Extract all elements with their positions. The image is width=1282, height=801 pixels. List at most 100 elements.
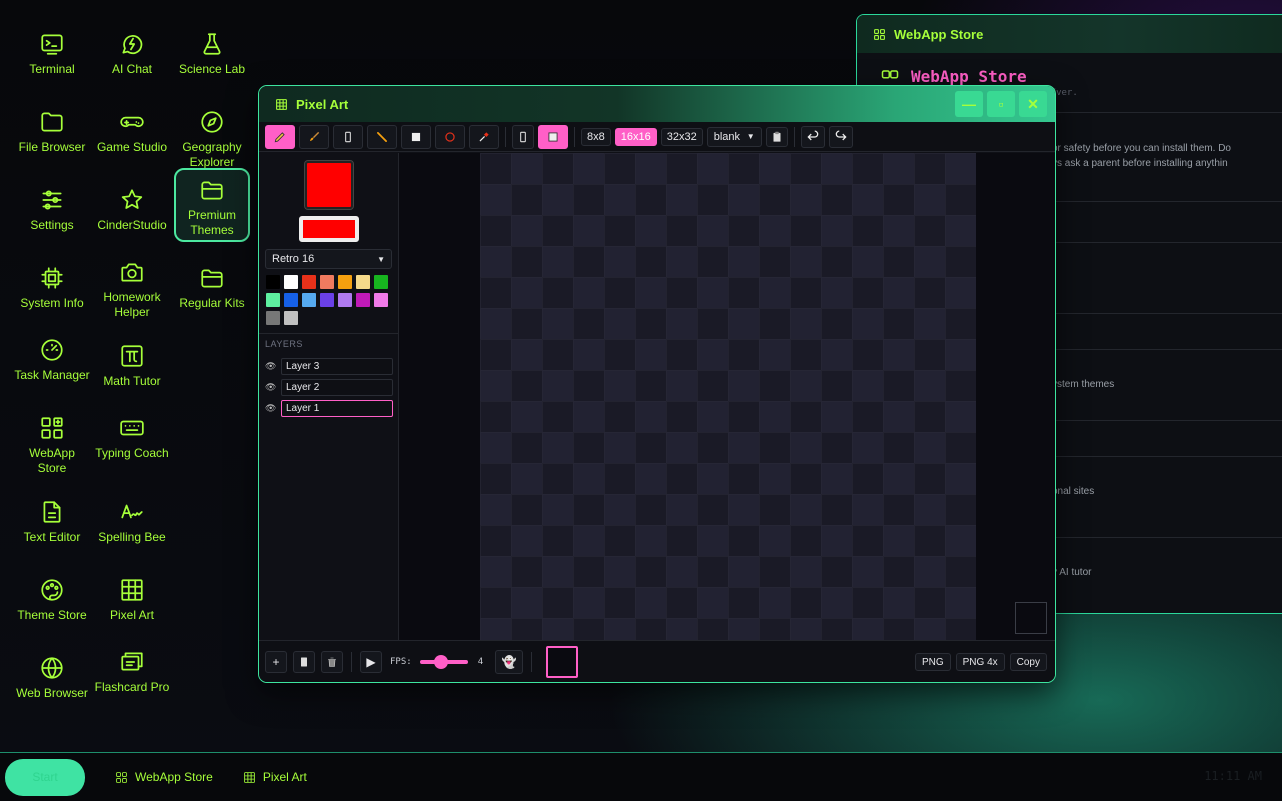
ghost-icon: 👻 xyxy=(501,654,517,669)
store-heading: WebApp Store xyxy=(879,67,1273,86)
eyedropper-tool-button[interactable] xyxy=(469,124,499,149)
desktop-icon-premium-themes[interactable]: Premium Themes xyxy=(174,168,250,242)
fps-slider[interactable] xyxy=(419,654,468,669)
secondary-color-swatch[interactable] xyxy=(299,216,359,242)
palette-swatch[interactable] xyxy=(320,293,334,307)
desktop-icon-theme-store[interactable]: Theme Store xyxy=(14,570,90,644)
desktop-icon-cinderstudio[interactable]: CinderStudio xyxy=(94,180,170,254)
desktop-icons: Terminal AI Chat Science Lab File Browse… xyxy=(10,20,260,720)
size-16x16-button[interactable]: 16x16 xyxy=(614,127,657,146)
palette-select[interactable]: Retro 16 ▼ xyxy=(265,249,392,269)
palette-swatch[interactable] xyxy=(266,293,280,307)
desktop-icon-ai-chat[interactable]: AI Chat xyxy=(94,24,170,98)
desktop-icon-terminal[interactable]: Terminal xyxy=(14,24,90,98)
desktop-icon-math-tutor[interactable]: Math Tutor xyxy=(94,336,170,410)
slider-thumb[interactable] xyxy=(433,654,448,669)
palette-swatch[interactable] xyxy=(356,293,370,307)
desktop-icon-task-manager[interactable]: Task Manager xyxy=(14,330,90,404)
palette-swatch[interactable] xyxy=(338,293,352,307)
pixel-art-window-title: Pixel Art xyxy=(296,96,349,112)
palette-swatch[interactable] xyxy=(284,311,298,325)
clipboard-icon xyxy=(773,131,781,142)
desktop-icon-flashcard-pro[interactable]: Flashcard Pro xyxy=(94,642,170,716)
desktop-icon-label: WebApp Store xyxy=(29,446,75,475)
palette-swatch[interactable] xyxy=(338,275,352,289)
palette-swatch[interactable] xyxy=(374,293,388,307)
frame-thumbnail[interactable] xyxy=(546,645,579,678)
desktop-icon-text-editor[interactable]: Text Editor xyxy=(14,492,90,566)
start-button[interactable]: Start xyxy=(5,758,85,796)
size-8x8-button[interactable]: 8x8 xyxy=(581,127,611,146)
desktop-icon-label: Science Lab xyxy=(178,62,246,76)
mirror-toggle-button[interactable] xyxy=(512,124,534,149)
play-button[interactable]: ▶ xyxy=(360,650,382,673)
layer-row-active[interactable]: 👁 Layer 1 xyxy=(265,400,393,417)
paste-template-button[interactable] xyxy=(765,126,788,147)
desktop-icon-homework-helper[interactable]: Homework Helper xyxy=(94,252,170,326)
palette-swatch[interactable] xyxy=(302,293,316,307)
copy-button[interactable]: Copy xyxy=(1009,653,1047,671)
palette-swatch[interactable] xyxy=(302,275,316,289)
taskbar-item-webapp-store[interactable]: WebApp Store xyxy=(115,770,213,784)
desktop-icon-game-studio[interactable]: Game Studio xyxy=(94,102,170,176)
duplicate-frame-button[interactable] xyxy=(293,650,315,673)
circle-tool-button[interactable] xyxy=(435,124,465,149)
delete-frame-button[interactable] xyxy=(321,650,343,673)
palette-swatch[interactable] xyxy=(266,311,280,325)
flask-icon xyxy=(198,30,226,58)
pixel-art-titlebar[interactable]: Pixel Art — ▫ ✕ xyxy=(259,86,1055,122)
layer-name[interactable]: Layer 3 xyxy=(281,358,393,375)
maximize-button[interactable]: ▫ xyxy=(987,91,1015,117)
add-frame-button[interactable]: + xyxy=(265,650,287,673)
mirror-icon xyxy=(520,131,526,142)
palette-swatch[interactable] xyxy=(374,275,388,289)
drawing-canvas[interactable] xyxy=(480,153,976,642)
desktop-icon-settings[interactable]: Settings xyxy=(14,180,90,254)
grid-toggle-button[interactable] xyxy=(538,124,568,149)
desktop-icon-science-lab[interactable]: Science Lab xyxy=(174,24,250,98)
desktop-icon-typing-coach[interactable]: Typing Coach xyxy=(94,408,170,482)
taskbar-item-pixel-art[interactable]: Pixel Art xyxy=(243,770,307,784)
layer-row[interactable]: 👁 Layer 2 xyxy=(265,379,393,396)
minimize-button[interactable]: — xyxy=(955,91,983,117)
redo-button[interactable] xyxy=(828,125,853,148)
layer-name[interactable]: Layer 2 xyxy=(281,379,393,396)
template-select[interactable]: blank ▼ xyxy=(706,126,762,147)
line-tool-button[interactable] xyxy=(367,124,397,149)
eye-icon[interactable]: 👁 xyxy=(265,382,276,393)
desktop-icon-regular-kits[interactable]: Regular Kits xyxy=(174,258,250,332)
layer-name[interactable]: Layer 1 xyxy=(281,400,393,417)
export-png-4x-button[interactable]: PNG 4x xyxy=(955,653,1005,671)
eye-icon[interactable]: 👁 xyxy=(265,361,276,372)
palette-swatch[interactable] xyxy=(284,293,298,307)
undo-button[interactable] xyxy=(800,125,825,148)
palette-swatch[interactable] xyxy=(284,275,298,289)
palette-swatch[interactable] xyxy=(320,275,334,289)
desktop-icon-system-info[interactable]: System Info xyxy=(14,258,90,332)
eye-icon[interactable]: 👁 xyxy=(265,403,276,414)
palette-swatch[interactable] xyxy=(266,275,280,289)
primary-color-swatch[interactable] xyxy=(304,160,354,210)
desktop-icon-geography-explorer[interactable]: Geography Explorer xyxy=(174,102,250,176)
desktop-icon-pixel-art[interactable]: Pixel Art xyxy=(94,570,170,644)
desktop-icon-webapp-store[interactable]: WebApp Store xyxy=(14,408,90,482)
store-titlebar[interactable]: WebApp Store xyxy=(857,15,1282,53)
layer-row[interactable]: 👁 Layer 3 xyxy=(265,358,393,375)
brush-tool-button[interactable] xyxy=(299,124,329,149)
desktop-icon-web-browser[interactable]: Web Browser xyxy=(14,648,90,722)
close-button[interactable]: ✕ xyxy=(1019,91,1047,117)
desktop-icon-file-browser[interactable]: File Browser xyxy=(14,102,90,176)
pi-icon xyxy=(118,342,146,370)
pixel-art-window[interactable]: Pixel Art — ▫ ✕ 8x8 16x16 32x32 blank ▼ … xyxy=(258,85,1056,683)
onion-skin-button[interactable]: 👻 xyxy=(495,649,524,674)
export-png-button[interactable]: PNG xyxy=(914,653,951,671)
rectangle-tool-button[interactable] xyxy=(401,124,431,149)
eraser-tool-button[interactable] xyxy=(333,124,363,149)
folder-icon xyxy=(38,108,66,136)
size-32x32-button[interactable]: 32x32 xyxy=(660,127,703,146)
desktop-icon-label: Terminal xyxy=(29,62,75,76)
desktop-icon-label: Homework Helper xyxy=(103,290,161,319)
pencil-tool-button[interactable] xyxy=(265,124,295,149)
palette-swatch[interactable] xyxy=(356,275,370,289)
desktop-icon-spelling-bee[interactable]: Spelling Bee xyxy=(94,492,170,566)
